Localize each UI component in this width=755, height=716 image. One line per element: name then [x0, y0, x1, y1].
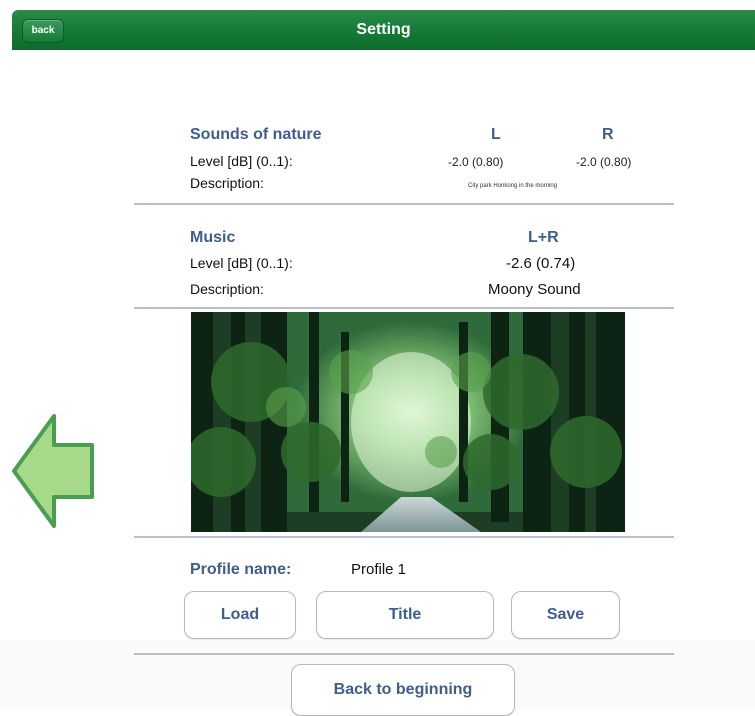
- nature-level-label: Level [dB] (0..1):: [190, 153, 293, 169]
- divider: [134, 653, 674, 655]
- profile-name-label: Profile name:: [190, 561, 292, 578]
- nature-description-label: Description:: [190, 175, 264, 191]
- divider: [134, 307, 674, 309]
- nature-column-right: R: [602, 126, 614, 143]
- music-level-label: Level [dB] (0..1):: [190, 255, 293, 271]
- profile-name-value[interactable]: Profile 1: [351, 561, 406, 578]
- save-button[interactable]: Save: [511, 591, 620, 639]
- music-level-value: -2.6 (0.74): [506, 255, 576, 272]
- left-arrow-icon[interactable]: [10, 412, 96, 530]
- music-description-label: Description:: [190, 281, 264, 297]
- nature-description-value: City park Honkong in the morning: [468, 183, 558, 189]
- nature-level-left: -2.0 (0.80): [448, 155, 504, 169]
- back-to-beginning-button[interactable]: Back to beginning: [291, 664, 515, 716]
- forest-photo: [191, 312, 625, 532]
- load-button[interactable]: Load: [184, 591, 296, 639]
- header-bar: back Setting: [12, 10, 755, 50]
- nature-column-left: L: [491, 126, 501, 143]
- nature-section-title: Sounds of nature: [190, 126, 322, 143]
- music-section-title: Music: [190, 229, 236, 246]
- music-description-value: Moony Sound: [488, 281, 581, 298]
- page-title: Setting: [356, 21, 411, 38]
- divider: [134, 203, 674, 205]
- title-button[interactable]: Title: [316, 591, 494, 639]
- music-column-lr: L+R: [528, 229, 559, 246]
- divider: [134, 536, 674, 538]
- nature-level-right: -2.0 (0.80): [576, 155, 632, 169]
